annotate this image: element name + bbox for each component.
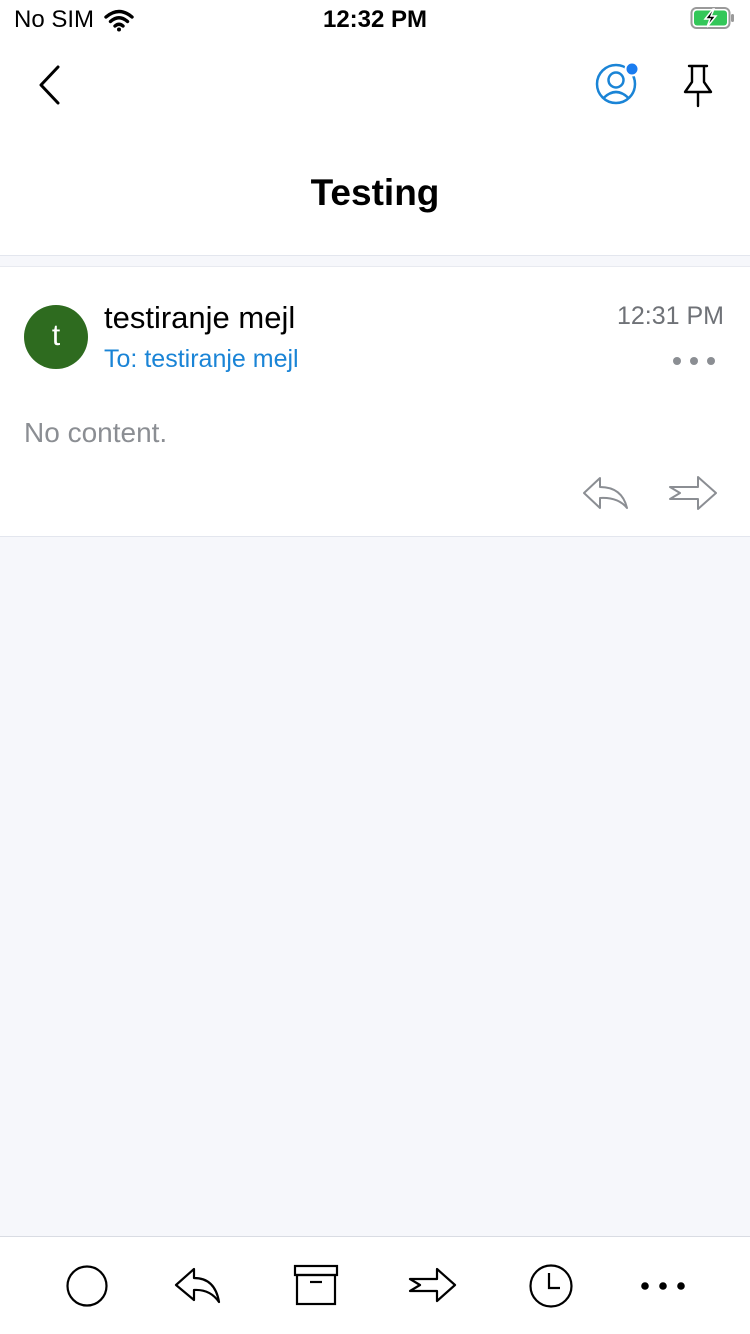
chevron-left-icon [39,65,60,105]
nav-bar [0,40,750,130]
mark-unread-button[interactable] [62,1261,112,1311]
status-time: 12:32 PM [322,6,428,33]
battery-charging-icon [690,7,734,29]
status-right [690,6,736,35]
to-label: To: [104,345,138,373]
page-title: Testing [310,172,440,213]
forward-icon [408,1267,457,1303]
account-button[interactable] [594,60,642,108]
status-bar: No SIM 12:32 PM [0,0,750,40]
snooze-icon [529,1264,573,1308]
sender-name[interactable]: testiranje mejl [104,300,295,336]
more-options-button[interactable] [668,349,720,373]
forward-icon [669,476,717,510]
forward-button[interactable] [666,473,720,513]
more-options-icon [673,357,715,365]
archive-icon [293,1264,339,1306]
archive-button[interactable] [291,1261,341,1311]
message-time: 12:31 PM [616,302,724,330]
snooze-button[interactable] [526,1261,576,1311]
mark-unread-icon [66,1265,108,1307]
reply-icon [583,477,628,509]
message-body: No content. [24,417,168,448]
recipient-line[interactable]: To: testiranje mejl [104,345,299,374]
title-area: Testing [0,130,750,256]
recipient-name[interactable]: testiranje mejl [144,345,298,374]
bottom-toolbar [0,1236,750,1334]
more-icon [641,1282,685,1290]
pin-icon [683,64,713,108]
pin-button[interactable] [676,62,720,110]
toolbar-forward-button[interactable] [408,1261,458,1311]
avatar[interactable]: t [24,305,88,369]
reply-icon [174,1267,221,1304]
toolbar-reply-button[interactable] [173,1261,223,1311]
reply-button[interactable] [580,473,632,513]
toolbar-more-button[interactable] [638,1261,688,1311]
account-icon [595,61,640,105]
message-card[interactable]: t testiranje mejl To: testiranje mejl 12… [0,266,750,537]
back-button[interactable] [30,62,70,108]
